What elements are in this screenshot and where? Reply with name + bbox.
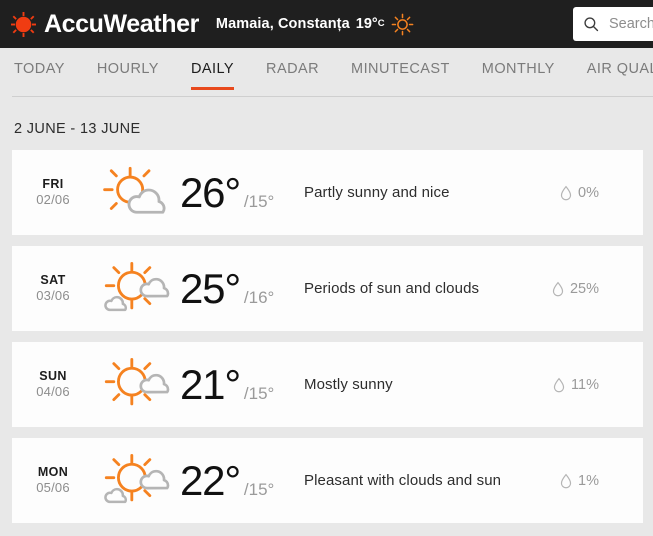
high-temperature: 25° [180,264,241,312]
date-range-title: 2 JUNE - 13 JUNE [14,121,141,137]
forecast-temperatures: 21° /15° [180,360,292,408]
location-temp-unit: C [377,18,385,29]
brand-name: AccuWeather [44,9,199,38]
site-header: AccuWeather Mamaia, Constanța 19°C Searc… [0,0,653,48]
tab-hourly[interactable]: HOURLY [81,48,175,90]
precipitation-probability: 25% [552,281,643,297]
high-temperature: 22° [180,456,241,504]
day-month: 04/06 [36,384,70,400]
day-month: 02/06 [36,192,70,208]
forecast-date: SUN 04/06 [12,369,94,401]
day-of-week: SUN [39,368,67,383]
precipitation-probability: 0% [560,185,643,201]
forecast-description: Pleasant with clouds and sun [304,472,502,489]
current-location-group[interactable]: Mamaia, Constanța 19°C [216,13,414,36]
location-temp-value: 19° [355,16,378,32]
forecast-description: Partly sunny and nice [304,184,450,201]
day-of-week: MON [37,464,69,479]
daily-forecast-row[interactable]: MON 05/06 22° /15° Pleasant with clouds … [12,438,643,523]
forecast-description: Periods of sun and clouds [304,280,480,297]
precipitation-probability: 1% [560,473,643,489]
day-month: 05/06 [36,480,70,496]
search-icon [584,17,599,32]
precipitation-value: 25% [569,280,599,297]
low-temperature: /15° [243,479,275,499]
low-temperature: /15° [243,191,275,211]
daily-forecast-row[interactable]: SUN 04/06 21° /15° Mostly sunny 11% [12,342,643,427]
forecast-date: FRI 02/06 [12,177,94,209]
day-of-week: FRI [42,176,64,191]
day-of-week: SAT [40,272,66,287]
partly-sunny-icon [103,166,166,214]
precipitation-value: 0% [578,184,599,201]
sun-logo-icon [11,11,36,37]
sun-with-clouds-icon [104,261,170,311]
tab-monthly[interactable]: MONTHLY [466,48,571,90]
tab-minutecast[interactable]: MINUTECAST [335,48,466,90]
location-name: Mamaia, Constanța [215,16,350,32]
daily-forecast-row[interactable]: SAT 03/06 25° /16° Periods of sun and cl… [12,246,643,331]
low-temperature: /16° [243,287,275,307]
water-drop-icon [560,473,572,488]
forecast-temperatures: 22° /15° [180,456,292,504]
daily-forecast-main: 2 JUNE - 13 JUNE FRI 02/06 26° /15° Part… [0,97,653,523]
water-drop-icon [552,281,564,296]
high-temperature: 21° [180,360,241,408]
day-month: 03/06 [36,288,70,304]
precipitation-value: 11% [571,376,599,393]
primary-nav: TODAY HOURLY DAILY RADAR MINUTECAST MONT… [0,48,653,97]
forecast-date: MON 05/06 [12,465,94,497]
accuweather-logo-link[interactable]: AccuWeather [10,11,199,38]
water-drop-icon [560,185,572,200]
tab-radar[interactable]: RADAR [250,48,335,90]
sun-with-clouds-icon [104,453,170,503]
precipitation-value: 1% [578,472,599,489]
forecast-temperatures: 25° /16° [180,264,292,312]
forecast-temperatures: 26° /15° [180,168,292,216]
location-temperature: 19°C [356,16,385,32]
precipitation-probability: 11% [553,377,643,393]
low-temperature: /15° [243,383,275,403]
search-box[interactable]: Search [573,7,653,41]
tab-air-quality[interactable]: AIR QUALITY [571,48,653,90]
mostly-sunny-icon [104,357,170,405]
water-drop-icon [553,377,565,392]
daily-forecast-row[interactable]: FRI 02/06 26° /15° Partly sunny and nice… [12,150,643,235]
search-input-placeholder: Search [609,16,653,32]
tab-daily[interactable]: DAILY [175,48,250,90]
forecast-description: Mostly sunny [304,376,393,393]
high-temperature: 26° [180,168,241,216]
sun-icon [391,13,413,35]
forecast-date: SAT 03/06 [12,273,94,305]
tab-today[interactable]: TODAY [12,48,81,90]
